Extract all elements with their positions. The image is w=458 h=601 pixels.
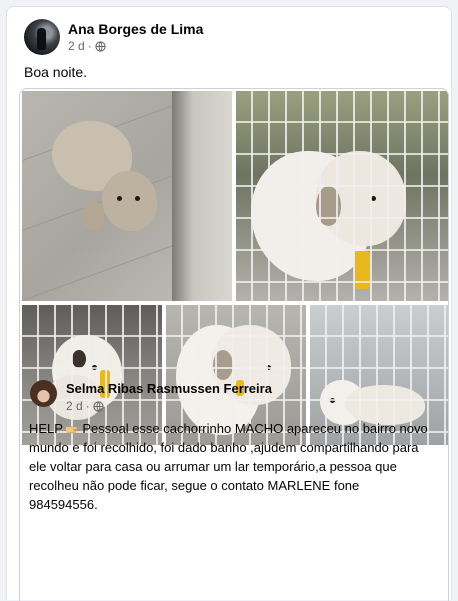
shared-post[interactable] [19, 88, 449, 601]
pointing-hand-icon [66, 426, 79, 433]
shared-post-meta: 2 d · [66, 399, 104, 413]
shared-meta-separator: · [85, 399, 90, 413]
post-text: Boa noite. [24, 64, 88, 80]
post-author-name[interactable]: Ana Borges de Lima [68, 21, 203, 37]
meta-separator: · [87, 39, 92, 53]
shared-post-time[interactable]: 2 d [66, 399, 83, 413]
shared-text-lead: HELP [29, 421, 67, 436]
dog-photo-1[interactable] [22, 91, 232, 301]
shared-post-text: HELP Pessoal esse cachorrinho MACHO apar… [29, 419, 429, 514]
globe-icon[interactable] [93, 400, 104, 412]
globe-icon[interactable] [95, 40, 106, 52]
shared-text-body: Pessoal esse cachorrinho MACHO apareceu … [29, 421, 428, 512]
shared-author-avatar[interactable] [30, 380, 57, 407]
post-meta: 2 d · [68, 39, 106, 53]
post-card: Ana Borges de Lima 2 d · Boa noite. Selm… [6, 6, 452, 601]
shared-author-name[interactable]: Selma Ribas Rasmussen Ferreira [66, 381, 272, 396]
author-avatar[interactable] [24, 19, 60, 55]
dog-photo-2[interactable] [236, 91, 448, 301]
post-time[interactable]: 2 d [68, 39, 85, 53]
